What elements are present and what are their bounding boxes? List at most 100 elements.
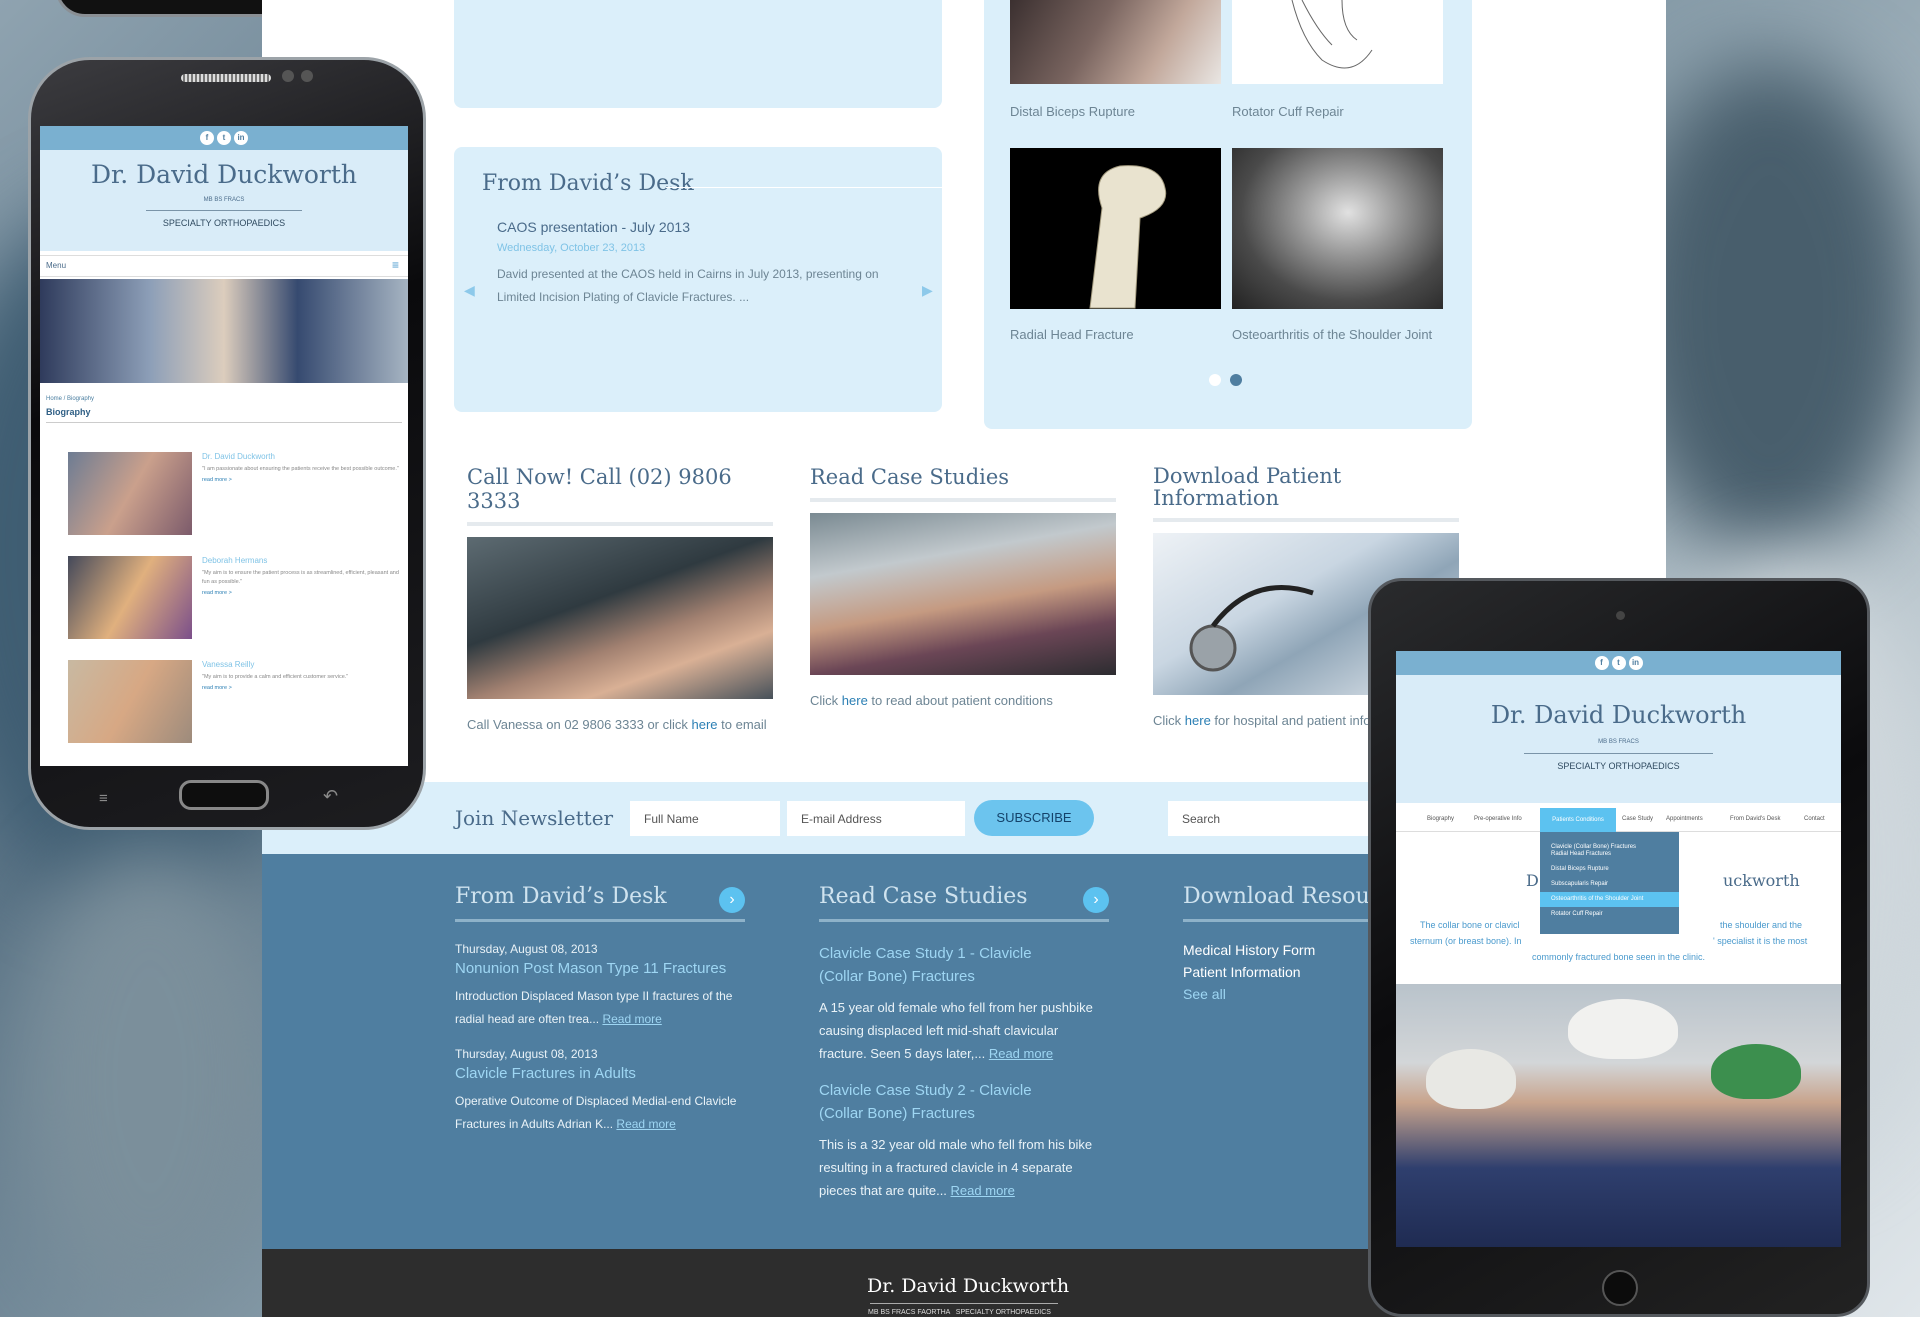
staff-quote: "I am passionate about ensuring the pati… bbox=[202, 466, 399, 472]
hamburger-icon[interactable]: ≡ bbox=[392, 258, 399, 272]
desk-post-title[interactable]: CAOS presentation - July 2013 bbox=[497, 219, 690, 235]
nav-item[interactable]: Appointments bbox=[1666, 816, 1703, 822]
read-more-link[interactable]: Read more bbox=[951, 1183, 1015, 1198]
facebook-icon[interactable]: f bbox=[1594, 656, 1609, 670]
read-more-link[interactable]: read more > bbox=[202, 685, 402, 691]
nav-item[interactable]: From David's Desk bbox=[1730, 816, 1781, 822]
tablet-quals: MB BS FRACS bbox=[1598, 739, 1639, 745]
tablet-site-name[interactable]: Dr. David Duckworth bbox=[1396, 701, 1841, 729]
tablet-home-button[interactable] bbox=[1602, 1270, 1638, 1306]
staff-photo[interactable] bbox=[68, 556, 192, 639]
staff-name[interactable]: Dr. David Duckworth bbox=[202, 452, 402, 461]
read-more-link[interactable]: Read more bbox=[602, 1012, 661, 1026]
staff-name[interactable]: Vanessa Reilly bbox=[202, 660, 402, 669]
email-link[interactable]: here bbox=[692, 717, 718, 732]
footer-post-title[interactable]: Clavicle Fractures in Adults bbox=[455, 1065, 745, 1082]
gallery-panel: Distal Biceps Rupture Rotator Cuff Repai… bbox=[984, 0, 1472, 429]
top-panel bbox=[454, 0, 942, 108]
staff-photo[interactable] bbox=[68, 452, 192, 535]
gallery-caption: Radial Head Fracture bbox=[1010, 327, 1134, 342]
dropdown-item[interactable]: Distal Biceps Rupture bbox=[1540, 862, 1679, 877]
tablet-topbar: f t in bbox=[1396, 651, 1841, 675]
desk-post-excerpt: David presented at the CAOS held in Cair… bbox=[497, 267, 879, 304]
column-divider bbox=[467, 522, 773, 526]
column-caption: Call Vanessa on 02 9806 3333 or click bbox=[467, 717, 692, 732]
phone-divider bbox=[46, 422, 402, 423]
gallery-image-distal-biceps[interactable] bbox=[1010, 0, 1221, 84]
dropdown-item-active[interactable]: Osteoarthritis of the Shoulder Joint bbox=[1540, 892, 1679, 907]
desk-next-arrow-icon[interactable]: ▶ bbox=[922, 282, 933, 299]
tablet-camera bbox=[1616, 611, 1625, 620]
staff-card: Deborah Hermans "My aim is to ensure the… bbox=[202, 556, 402, 596]
staff-quote: "My aim is to provide a calm and efficie… bbox=[202, 674, 349, 680]
footer-post-title[interactable]: Nonunion Post Mason Type 11 Fractures bbox=[455, 960, 745, 977]
footer-post-date: Thursday, August 08, 2013 bbox=[455, 942, 598, 956]
phone-home-button[interactable] bbox=[179, 780, 269, 810]
newsletter-name-input[interactable] bbox=[630, 801, 780, 836]
surgical-cap-shape bbox=[1426, 1049, 1516, 1109]
column-image-doctor[interactable] bbox=[810, 513, 1116, 675]
facebook-icon[interactable]: f bbox=[200, 131, 214, 145]
slider-dot-active[interactable] bbox=[1230, 374, 1242, 386]
footer-divider bbox=[819, 919, 1109, 922]
nav-item[interactable]: Pre-operative Info bbox=[1474, 816, 1522, 822]
linkedin-icon[interactable]: in bbox=[234, 131, 248, 145]
phone-breadcrumb[interactable]: Home / Biography bbox=[46, 396, 94, 402]
nav-item-active[interactable]: Patients Conditions bbox=[1540, 808, 1616, 832]
social-icons: f t in bbox=[1396, 656, 1841, 670]
newsletter-label: Join Newsletter bbox=[455, 806, 614, 830]
nav-item[interactable]: Biography bbox=[1427, 816, 1454, 822]
phone-menu-bar[interactable]: Menu ≡ bbox=[40, 255, 408, 277]
case-studies-link[interactable]: here bbox=[842, 693, 868, 708]
staff-photo[interactable] bbox=[68, 660, 192, 743]
search-input[interactable] bbox=[1168, 801, 1368, 836]
tablet-header-divider bbox=[1524, 753, 1713, 754]
newsletter-email-input[interactable] bbox=[787, 801, 965, 836]
gallery-caption: Rotator Cuff Repair bbox=[1232, 104, 1344, 119]
column-image-staff[interactable] bbox=[467, 537, 773, 699]
phone-header-divider bbox=[146, 210, 302, 211]
phone-header: Dr. David Duckworth MB BS FRACS SPECIALT… bbox=[40, 150, 408, 251]
surgical-cap-shape bbox=[1568, 999, 1678, 1059]
read-more-link[interactable]: Read more bbox=[989, 1046, 1053, 1061]
gallery-image-radial-head[interactable] bbox=[1010, 148, 1221, 309]
tablet-body-fragment: The collar bone or clavicl bbox=[1420, 920, 1520, 930]
dropdown-item[interactable]: Clavicle (Collar Bone) Fractures bbox=[1540, 832, 1679, 850]
tablet-heading-right: uckworth bbox=[1723, 871, 1800, 890]
slider-dot[interactable] bbox=[1209, 374, 1221, 386]
twitter-icon[interactable]: t bbox=[1611, 656, 1626, 670]
column-caption-end: to read about patient conditions bbox=[867, 693, 1053, 708]
phone-menu-label: Menu bbox=[46, 261, 67, 270]
subscribe-button[interactable]: SUBSCRIBE bbox=[974, 800, 1094, 836]
read-more-link[interactable]: Read more bbox=[616, 1117, 675, 1131]
linkedin-icon[interactable]: in bbox=[1628, 656, 1643, 670]
footer-desk-column: From David’s Desk › Thursday, August 08,… bbox=[455, 884, 745, 1136]
twitter-icon[interactable]: t bbox=[217, 131, 231, 145]
footer-case-title[interactable]: Clavicle Case Study 1 - Clavicle (Collar… bbox=[819, 942, 1079, 988]
nav-item[interactable]: Contact bbox=[1804, 816, 1825, 822]
dropdown-item[interactable]: Subscapularis Repair bbox=[1540, 877, 1679, 892]
footer-cases-arrow-icon[interactable]: › bbox=[1083, 887, 1109, 913]
read-more-link[interactable]: read more > bbox=[202, 590, 402, 596]
staff-name[interactable]: Deborah Hermans bbox=[202, 556, 402, 565]
desk-panel: From David’s Desk CAOS presentation - Ju… bbox=[454, 147, 942, 412]
tablet-hero-image bbox=[1396, 984, 1841, 1247]
desk-prev-arrow-icon[interactable]: ◀ bbox=[464, 282, 475, 299]
column-caption-end: to email bbox=[717, 717, 767, 732]
social-icons: f t in bbox=[40, 131, 408, 145]
nav-item[interactable]: Case Study bbox=[1622, 816, 1653, 822]
gallery-image-shoulder-xray[interactable] bbox=[1232, 148, 1443, 309]
patient-info-link[interactable]: here bbox=[1185, 713, 1211, 728]
phone-site-name[interactable]: Dr. David Duckworth bbox=[40, 160, 408, 189]
column-divider bbox=[810, 498, 1116, 502]
gallery-caption: Osteoarthritis of the Shoulder Joint bbox=[1232, 327, 1433, 342]
footer-case-title[interactable]: Clavicle Case Study 2 - Clavicle (Collar… bbox=[819, 1079, 1079, 1125]
phone-back-key-icon[interactable]: ↶ bbox=[323, 786, 338, 807]
phone-hero-image bbox=[40, 279, 408, 383]
footer-post-date: Thursday, August 08, 2013 bbox=[455, 1047, 598, 1061]
dropdown-item[interactable]: Rotator Cuff Repair bbox=[1540, 907, 1679, 922]
phone-menu-key-icon[interactable]: ≡ bbox=[99, 790, 108, 807]
footer-desk-arrow-icon[interactable]: › bbox=[719, 887, 745, 913]
read-more-link[interactable]: read more > bbox=[202, 477, 402, 483]
gallery-image-rotator-cuff[interactable] bbox=[1232, 0, 1443, 84]
